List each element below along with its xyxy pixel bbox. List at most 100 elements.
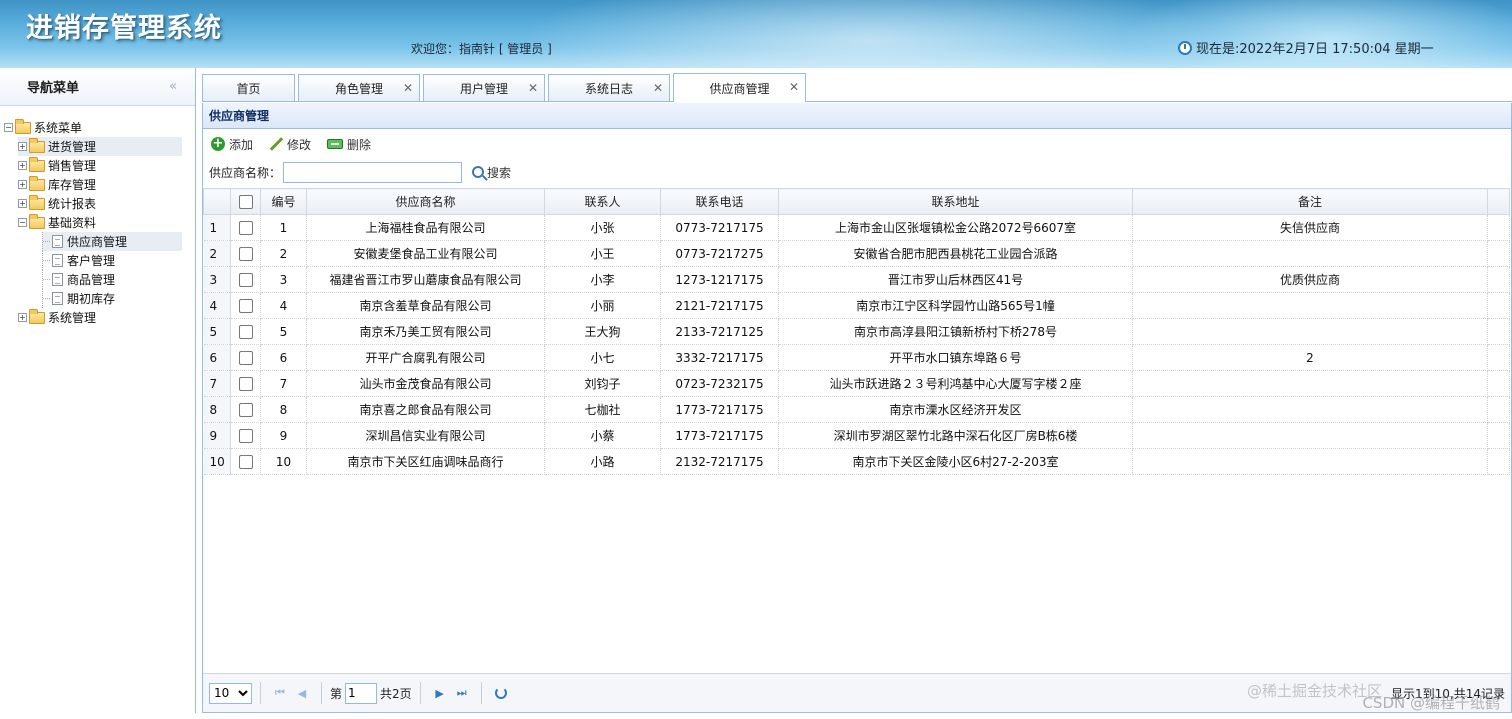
row-checkbox[interactable]: [238, 298, 253, 313]
table-row[interactable]: 1 1 上海福桂食品有限公司 小张 0773-7217175 上海市金山区张堰镇松金公路2…: [203, 214, 1510, 241]
column-header[interactable]: 联系电话: [660, 188, 779, 215]
page-size-select[interactable]: 10: [209, 682, 252, 704]
row-checkbox[interactable]: [238, 350, 253, 365]
row-number-cell: 4: [203, 292, 231, 319]
folder-icon: [29, 308, 45, 324]
row-checkbox[interactable]: [238, 272, 253, 287]
row-select-cell[interactable]: [230, 318, 261, 345]
close-icon[interactable]: ✕: [528, 81, 538, 95]
expand-toggle-icon[interactable]: +: [18, 180, 27, 189]
table-row[interactable]: 4 4 南京含羞草食品有限公司 小丽 2121-7217175 南京市江宁区科学园竹山路5…: [203, 292, 1510, 319]
remark-cell: [1132, 422, 1488, 449]
search-icon: [472, 166, 485, 178]
table-row[interactable]: 3 3 福建省晋江市罗山蘑康食品有限公司 小李 1273-1217175 晋江市罗山后林西…: [203, 266, 1510, 293]
row-checkbox[interactable]: [238, 376, 253, 391]
table-row[interactable]: 10 10 南京市下关区红庙调味品商行 小路 2132-7217175 南京市下关区金陵小…: [203, 448, 1510, 475]
collapse-toggle-icon[interactable]: −: [4, 123, 13, 132]
remark-cell: 失信供应商: [1132, 214, 1488, 241]
search-row: 供应商名称： 搜索: [203, 159, 1511, 185]
row-select-cell[interactable]: [230, 344, 261, 371]
tab-users[interactable]: 用户管理 ✕: [423, 74, 545, 101]
collapse-toggle-icon[interactable]: −: [18, 218, 27, 227]
tree-item-customer[interactable]: 客户管理: [42, 251, 182, 270]
phone-cell: 1773-7217175: [660, 396, 779, 423]
phone-cell: 1273-1217175: [660, 266, 779, 293]
first-page-icon[interactable]: ⏮: [269, 683, 291, 703]
search-button[interactable]: 搜索: [472, 164, 511, 181]
table-row[interactable]: 2 2 安徽麦堡食品工业有限公司 小王 0773-7217275 安徽省合肥市肥西县桃花工…: [203, 240, 1510, 267]
tree-item-goods[interactable]: 商品管理: [42, 270, 182, 289]
table-row[interactable]: 5 5 南京禾乃美工贸有限公司 王大狗 2133-7217125 南京市高淳县阳江镇新桥村…: [203, 318, 1510, 345]
tree-item-system[interactable]: + 系统管理: [18, 308, 182, 327]
row-select-cell[interactable]: [230, 448, 261, 475]
app-title: 进销存管理系统: [26, 13, 222, 44]
row-checkbox[interactable]: [238, 246, 253, 261]
row-select-cell[interactable]: [230, 214, 261, 241]
tree-root[interactable]: − 系统菜单: [4, 118, 195, 137]
collapse-icon[interactable]: «: [169, 79, 177, 94]
tree-item-basic[interactable]: − 基础资料: [18, 213, 182, 232]
remark-cell: [1132, 240, 1488, 267]
expand-toggle-icon[interactable]: +: [18, 161, 27, 170]
row-checkbox[interactable]: [238, 324, 253, 339]
row-checkbox[interactable]: [238, 454, 253, 469]
close-icon[interactable]: ✕: [789, 80, 799, 94]
tab-roles[interactable]: 角色管理 ✕: [298, 74, 420, 101]
page-number-input[interactable]: [345, 682, 378, 704]
table-row[interactable]: 9 9 深圳昌信实业有限公司 小蔡 1773-7217175 深圳市罗湖区翠竹北路中深石化…: [203, 422, 1510, 449]
row-select-cell[interactable]: [230, 292, 261, 319]
table-row[interactable]: 8 8 南京喜之郎食品有限公司 七枷社 1773-7217175 南京市溧水区经济开发区: [203, 396, 1510, 423]
supplier-name-cell: 南京市下关区红庙调味品商行: [306, 448, 545, 475]
id-cell: 2: [260, 240, 307, 267]
tab-supplier[interactable]: 供应商管理 ✕: [673, 73, 806, 102]
supplier-name-input[interactable]: [283, 161, 463, 183]
prev-page-icon[interactable]: ◀: [291, 683, 313, 703]
row-select-cell[interactable]: [230, 240, 261, 267]
row-select-cell[interactable]: [230, 422, 261, 449]
select-all-header[interactable]: [230, 188, 261, 215]
next-page-icon[interactable]: ▶: [429, 683, 451, 703]
row-checkbox[interactable]: [238, 220, 253, 235]
row-number-header: [203, 188, 231, 215]
close-icon[interactable]: ✕: [403, 81, 413, 95]
column-header[interactable]: 联系人: [544, 188, 661, 215]
search-label: 供应商名称：: [209, 165, 282, 180]
expand-toggle-icon[interactable]: +: [18, 199, 27, 208]
row-select-cell[interactable]: [230, 396, 261, 423]
tree-item-purchase[interactable]: + 进货管理: [18, 137, 182, 156]
folder-icon: [29, 175, 45, 191]
edit-button[interactable]: 修改: [269, 136, 311, 153]
file-icon: [52, 292, 63, 305]
row-select-cell[interactable]: [230, 266, 261, 293]
folder-icon: [29, 137, 45, 153]
tree-item-opening-stock[interactable]: 期初库存: [42, 289, 182, 308]
tree-item-reports[interactable]: + 统计报表: [18, 194, 182, 213]
tree-root-label: 系统菜单: [34, 121, 83, 135]
supplier-grid: 编号 供应商名称 联系人 联系电话 联系地址 备注 1 1 上海福桂食品有限公司 小张…: [203, 188, 1511, 672]
select-all-checkbox[interactable]: [238, 194, 253, 209]
add-button[interactable]: + 添加: [211, 136, 253, 153]
table-row[interactable]: 7 7 汕头市金茂食品有限公司 刘钧子 0723-7232175 汕头市跃进路２３号利鸿基…: [203, 370, 1510, 397]
column-header[interactable]: 备注: [1132, 188, 1488, 215]
tree-item-sales[interactable]: + 销售管理: [18, 156, 182, 175]
tree-item-supplier[interactable]: 供应商管理: [42, 232, 182, 251]
close-icon[interactable]: ✕: [653, 81, 663, 95]
last-page-icon[interactable]: ⏭: [451, 683, 473, 703]
delete-button[interactable]: 删除: [327, 136, 371, 153]
separator: [419, 682, 421, 704]
row-select-cell[interactable]: [230, 370, 261, 397]
refresh-button[interactable]: [490, 683, 512, 703]
tab-home[interactable]: 首页: [202, 74, 295, 101]
column-header[interactable]: 联系地址: [778, 188, 1133, 215]
filler-cell: [1487, 292, 1510, 319]
tab-logs[interactable]: 系统日志 ✕: [548, 74, 670, 101]
row-checkbox[interactable]: [238, 428, 253, 443]
column-header[interactable]: 编号: [260, 188, 307, 215]
column-header[interactable]: 供应商名称: [306, 188, 545, 215]
row-checkbox[interactable]: [238, 402, 253, 417]
expand-toggle-icon[interactable]: +: [18, 142, 27, 151]
tree-item-stock[interactable]: + 库存管理: [18, 175, 182, 194]
table-row[interactable]: 6 6 开平广合腐乳有限公司 小七 3332-7217175 开平市水口镇东埠路６号 2: [203, 344, 1510, 371]
contact-cell: 小七: [544, 344, 661, 371]
expand-toggle-icon[interactable]: +: [18, 313, 27, 322]
